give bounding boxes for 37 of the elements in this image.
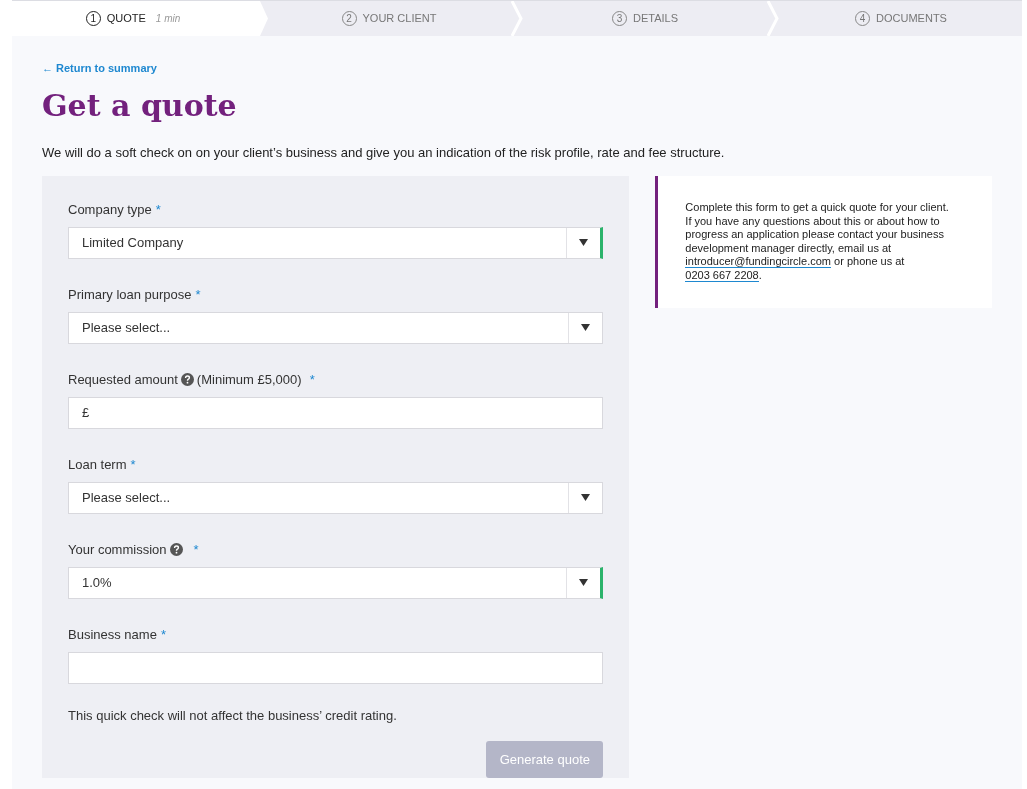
email-link[interactable]: introducer@fundingcircle.com (685, 255, 831, 268)
caret-icon (581, 494, 591, 502)
step-label: DETAILS (633, 11, 678, 27)
required-mark: * (130, 456, 136, 475)
step-note: 1 min (155, 12, 181, 26)
required-mark: * (195, 286, 201, 305)
intro-text: We will do a soft check on on your client’s business and give you an indication of the risk profile, rate and fee structure. (42, 143, 726, 162)
required-mark: * (155, 201, 161, 220)
select-field[interactable]: Please select... (68, 481, 604, 514)
field-hint: (Minimum £5,000) (196, 371, 302, 390)
return-link[interactable]: ← Return to summary (42, 60, 157, 77)
field-label: Your commission (68, 541, 167, 560)
caret-icon (579, 239, 589, 247)
field-label: Business name (68, 626, 157, 645)
required-mark: * (160, 626, 166, 645)
text-field[interactable]: £ (68, 396, 604, 429)
info-text: Complete this form to get a quick quote for your client. If you have any questions about this or about how to progress an application please contact your business development manager directly, email us at introducer@fundingcircle.com or phone us at 0203 667 2208. (685, 201, 950, 282)
field-label: Loan term (68, 456, 127, 475)
help-icon[interactable] (180, 373, 194, 387)
page-title: Get a quote (42, 86, 238, 125)
field-label: Company type (68, 201, 152, 220)
phone-link[interactable]: 0203 667 2208 (685, 268, 759, 282)
help-icon[interactable] (169, 543, 183, 557)
select-field[interactable]: Please select... (68, 312, 604, 344)
note-text: This quick check will not affect the business’ credit rating. (68, 706, 398, 725)
select-field[interactable]: 1.0% (68, 566, 604, 599)
text-field[interactable] (68, 651, 604, 684)
field-label: Requested amount (68, 371, 178, 390)
select-field[interactable]: Limited Company (68, 227, 604, 259)
step-label: YOUR CLIENT (362, 11, 437, 27)
required-mark: * (309, 371, 315, 390)
caret-icon (581, 324, 591, 332)
step-label: DOCUMENTS (876, 11, 947, 27)
required-mark: * (193, 541, 199, 560)
caret-icon (579, 579, 589, 587)
step-label: QUOTE (106, 11, 146, 27)
field-label: Primary loan purpose (68, 286, 192, 305)
